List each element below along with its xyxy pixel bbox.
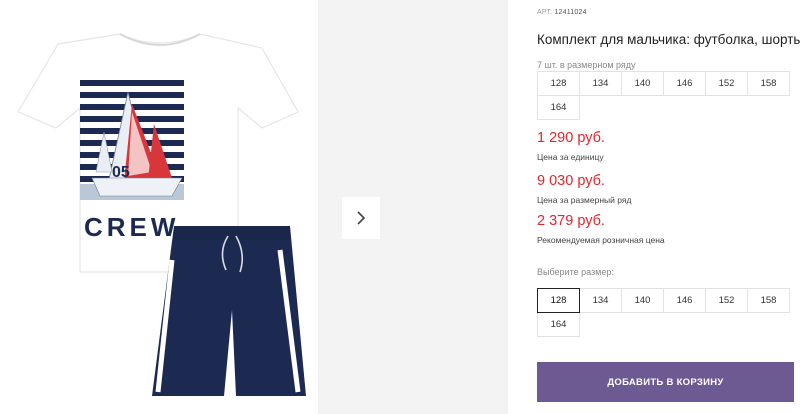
size-option[interactable]: 164 [537,312,580,337]
pack-size-cell: 152 [705,71,748,96]
pack-size-grid: 128 134 140 146 152 158 164 [537,71,795,120]
pack-price-label: Цена за размерный ряд [537,195,632,205]
chevron-right-icon [357,211,366,225]
pack-size-cell: 140 [621,71,664,96]
size-option[interactable]: 146 [663,288,706,313]
size-option[interactable]: 134 [579,288,622,313]
product-photo-main[interactable]: 05 CREW [0,0,318,414]
sku-label: АРТ. [537,9,553,16]
product-title: Комплект для мальчика: футболка, шорты [537,32,800,47]
pack-size-cell: 134 [579,71,622,96]
add-to-cart-button[interactable]: ДОБАВИТЬ В КОРЗИНУ [537,362,794,402]
pack-size-cell: 128 [537,71,580,96]
pack-size-cell: 146 [663,71,706,96]
product-sku: АРТ. 12411024 [537,9,587,16]
gallery-next-button[interactable] [342,197,380,239]
sku-number: 12411024 [554,9,587,16]
retail-price-label: Рекомендуемая розничная цена [537,235,665,245]
product-gallery: 05 CREW [0,0,508,414]
size-select-label: Выберите размер: [537,267,614,277]
size-option[interactable]: 140 [621,288,664,313]
print-text: CREW [84,212,179,242]
pack-size-cell: 164 [537,95,580,120]
pack-size-note: 7 шт. в размерном ряду [537,60,636,70]
size-selector: 128 134 140 146 152 158 164 [537,288,795,337]
pack-size-cell: 158 [747,71,790,96]
unit-price: 1 290 руб. [537,130,605,146]
size-option-selected[interactable]: 128 [537,288,580,313]
pack-price: 9 030 руб. [537,173,605,189]
print-number: 05 [112,164,130,181]
retail-price: 2 379 руб. [537,213,605,229]
outfit-illustration: 05 CREW [17,33,306,396]
size-option[interactable]: 158 [747,288,790,313]
product-info-panel: АРТ. 12411024 Комплект для мальчика: фут… [537,0,800,414]
size-option[interactable]: 152 [705,288,748,313]
unit-price-label: Цена за единицу [537,152,604,162]
